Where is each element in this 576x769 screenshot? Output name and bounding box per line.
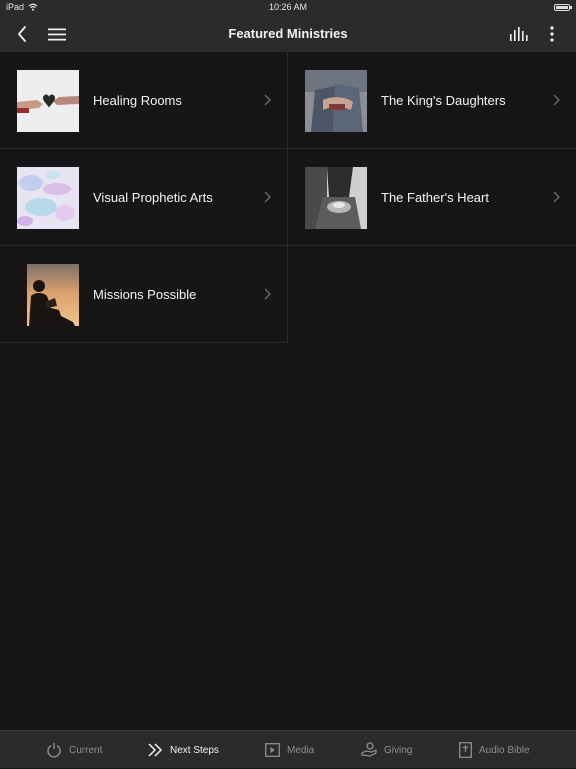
tab-next-steps[interactable]: Next Steps	[148, 731, 219, 769]
ministry-label: The Father's Heart	[381, 190, 489, 205]
ministry-label: The King's Daughters	[381, 93, 506, 108]
menu-button[interactable]	[44, 16, 70, 52]
tab-bar: Current Next Steps Media Giving Audio Bi…	[0, 730, 576, 768]
chevron-right-icon	[264, 288, 271, 300]
chevron-right-icon	[553, 191, 560, 203]
more-vertical-icon	[550, 26, 554, 42]
tab-giving[interactable]: Giving	[361, 731, 412, 769]
play-square-icon	[265, 743, 280, 757]
back-icon	[18, 26, 26, 42]
tab-label: Giving	[384, 744, 413, 756]
ministry-label: Healing Rooms	[93, 93, 182, 108]
watercolor-abstract-photo	[17, 167, 79, 229]
ministry-label: Missions Possible	[93, 287, 197, 302]
ministry-item-healing-rooms[interactable]: Healing Rooms	[0, 52, 288, 149]
ministry-label: Visual Prophetic Arts	[93, 190, 213, 205]
navigation-bar: Featured Ministries	[0, 16, 576, 52]
reading-silhouette-sunset-photo	[17, 264, 79, 326]
equalizer-icon	[510, 27, 528, 41]
tab-label: Next Steps	[170, 744, 219, 756]
ministry-item-missions-possible[interactable]: Missions Possible	[0, 246, 288, 343]
chevron-right-icon	[553, 94, 560, 106]
tab-audio-bible[interactable]: Audio Bible	[459, 731, 530, 769]
tab-current[interactable]: Current	[46, 731, 102, 769]
ministry-item-visual-prophetic-arts[interactable]: Visual Prophetic Arts	[0, 149, 288, 246]
tab-label: Current	[69, 744, 103, 756]
page-title: Featured Ministries	[228, 26, 348, 41]
double-chevron-icon	[148, 743, 163, 757]
hands-heart-photo	[17, 70, 79, 132]
woman-holding-cup-photo	[305, 167, 367, 229]
giving-hand-icon	[361, 742, 377, 757]
ministry-item-fathers-heart[interactable]: The Father's Heart	[288, 149, 576, 246]
embracing-couple-photo	[305, 70, 367, 132]
back-button[interactable]	[10, 16, 34, 52]
chevron-right-icon	[264, 191, 271, 203]
tab-label: Media	[287, 744, 315, 756]
tab-media[interactable]: Media	[265, 731, 314, 769]
more-options-button[interactable]	[540, 16, 564, 52]
hamburger-menu-icon	[48, 28, 66, 40]
battery-icon	[554, 4, 572, 11]
status-time: 10:26 AM	[268, 2, 308, 12]
chevron-right-icon	[264, 94, 271, 106]
audio-player-button[interactable]	[506, 16, 532, 52]
tab-label: Audio Bible	[479, 744, 530, 756]
power-icon	[47, 743, 61, 758]
ministry-item-kings-daughters[interactable]: The King's Daughters	[288, 52, 576, 149]
bible-cross-icon	[459, 742, 472, 758]
status-bar: iPad 10:26 AM	[0, 0, 576, 16]
